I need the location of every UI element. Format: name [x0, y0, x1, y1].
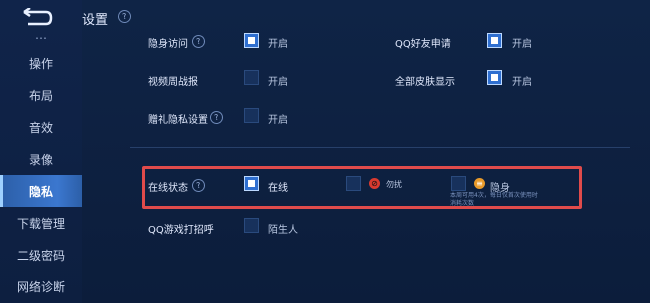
gift-privacy-value: 开启 — [268, 115, 288, 126]
video-battle-report-value: 开启 — [268, 77, 288, 88]
show-all-skins-value: 开启 — [512, 77, 532, 88]
sidebar-item-replay[interactable]: 录像 — [0, 144, 82, 174]
sidebar-item-secondary-password[interactable]: 二级密码 — [0, 240, 82, 270]
invisible-icon: ≡ — [474, 178, 485, 189]
do-not-disturb-checkbox[interactable] — [346, 176, 361, 191]
sidebar-item-label: 音效 — [28, 120, 53, 135]
sidebar-item-label: 网络诊断 — [16, 279, 65, 294]
help-icon[interactable]: ? — [190, 33, 207, 50]
sidebar-item-controls[interactable]: 操作 — [0, 48, 82, 78]
hidden-visit-value: 开启 — [268, 39, 288, 50]
help-icon[interactable]: ? — [116, 8, 133, 25]
no-entry-icon: ⊘ — [369, 178, 380, 189]
sidebar-item-label: 隐私 — [28, 184, 53, 199]
video-battle-report-checkbox[interactable] — [244, 70, 259, 85]
sidebar-item-network-diagnosis[interactable]: 网络诊断 — [0, 271, 82, 301]
sidebar-item-privacy[interactable]: 隐私 — [0, 175, 82, 207]
sidebar-item-label: 布局 — [28, 88, 53, 103]
hidden-visit-checkbox[interactable] — [244, 33, 259, 48]
do-not-disturb-label: 勿扰 — [386, 180, 402, 189]
settings-panel: 设置 ? 隐身访问 ? 开启 QQ好友申请 开启 视频周战报 开启 全部皮肤显示… — [82, 0, 650, 303]
sidebar-item-label: 录像 — [28, 152, 53, 167]
sidebar-item-label: … — [35, 28, 47, 42]
qq-friend-request-value: 开启 — [512, 39, 532, 50]
invisible-usage-note: 本周可用4次，每日仅首次使用时消耗次数 — [450, 192, 538, 207]
qq-game-greeting-label: QQ游戏打招呼 — [148, 225, 214, 236]
qq-friend-request-checkbox[interactable] — [487, 33, 502, 48]
sidebar-item-label: 二级密码 — [16, 248, 65, 263]
help-icon[interactable]: ? — [208, 109, 225, 126]
sidebar-item-label: 操作 — [28, 56, 53, 71]
online-option-checkbox[interactable] — [244, 176, 259, 191]
online-status-label: 在线状态 — [148, 183, 188, 194]
gift-privacy-checkbox[interactable] — [244, 108, 259, 123]
show-all-skins-label: 全部皮肤显示 — [395, 77, 455, 88]
sidebar-item-hidden[interactable]: … — [0, 20, 82, 50]
online-option-label: 在线 — [268, 183, 288, 194]
invisible-checkbox[interactable] — [451, 176, 466, 191]
video-battle-report-label: 视频周战报 — [148, 77, 198, 88]
qq-game-greeting-value: 陌生人 — [268, 225, 298, 236]
sidebar: … 操作 布局 音效 录像 隐私 下载管理 二级密码 网络诊断 — [0, 0, 82, 303]
qq-friend-request-label: QQ好友申请 — [395, 39, 451, 50]
page-title: 设置 — [82, 13, 109, 28]
show-all-skins-checkbox[interactable] — [487, 70, 502, 85]
hidden-visit-label: 隐身访问 — [148, 39, 188, 50]
divider — [130, 147, 630, 148]
qq-game-greeting-checkbox[interactable] — [244, 218, 259, 233]
sidebar-item-layout[interactable]: 布局 — [0, 80, 82, 110]
gift-privacy-label: 赠礼隐私设置 — [148, 115, 208, 126]
sidebar-item-sound[interactable]: 音效 — [0, 112, 82, 142]
sidebar-item-label: 下载管理 — [16, 216, 65, 231]
sidebar-item-downloads[interactable]: 下载管理 — [0, 208, 82, 238]
